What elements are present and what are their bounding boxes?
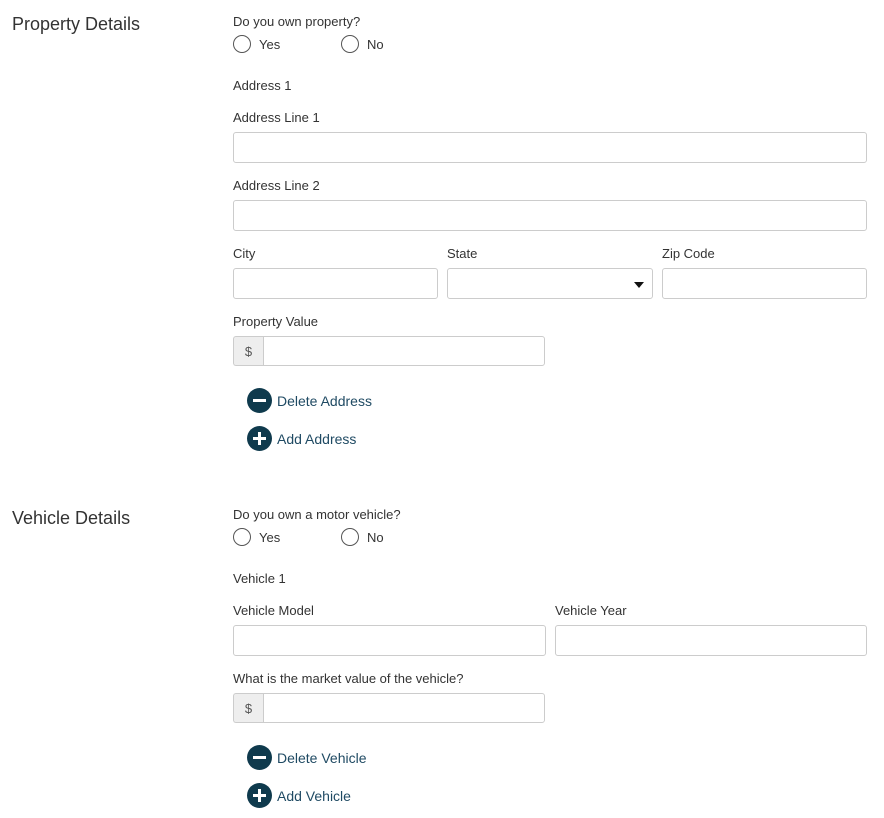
- address-line2-input[interactable]: [233, 200, 867, 231]
- delete-vehicle-label: Delete Vehicle: [277, 749, 367, 766]
- own-property-no-label: No: [367, 36, 384, 52]
- property-value-input[interactable]: [263, 336, 545, 366]
- currency-addon: $: [233, 336, 263, 366]
- property-value-group: $: [233, 336, 545, 366]
- vehicle-value-label: What is the market value of the vehicle?: [233, 671, 464, 686]
- city-label: City: [233, 246, 256, 261]
- property-section-title: Property Details: [12, 14, 141, 34]
- vehicle-heading: Vehicle 1: [233, 571, 286, 586]
- own-property-radio-group: Yes No: [233, 35, 533, 55]
- own-vehicle-yes-option[interactable]: Yes: [233, 528, 280, 546]
- own-property-no-radio[interactable]: [341, 35, 359, 53]
- zip-code-label: Zip Code: [662, 246, 715, 261]
- vehicle-value-group: $: [233, 693, 545, 723]
- minus-circle-icon: [247, 388, 272, 413]
- own-vehicle-yes-label: Yes: [259, 529, 281, 545]
- own-vehicle-radio-group: Yes No: [233, 528, 533, 548]
- vehicle-model-input[interactable]: [233, 625, 546, 656]
- add-vehicle-button[interactable]: Add Vehicle: [247, 783, 351, 808]
- currency-addon: $: [233, 693, 263, 723]
- delete-address-label: Delete Address: [277, 392, 372, 409]
- property-value-label: Property Value: [233, 314, 319, 329]
- vehicle-value-input[interactable]: [263, 693, 545, 723]
- add-address-label: Add Address: [277, 430, 357, 447]
- own-property-no-option[interactable]: No: [341, 35, 384, 53]
- own-property-question: Do you own property?: [233, 14, 361, 29]
- plus-circle-icon: [247, 783, 272, 808]
- vehicle-year-input[interactable]: [555, 625, 867, 656]
- vehicle-model-label: Vehicle Model: [233, 603, 314, 618]
- address-line1-label: Address Line 1: [233, 110, 320, 125]
- add-address-button[interactable]: Add Address: [247, 426, 356, 451]
- own-property-yes-radio[interactable]: [233, 35, 251, 53]
- own-vehicle-yes-radio[interactable]: [233, 528, 251, 546]
- plus-circle-icon: [247, 426, 272, 451]
- own-property-yes-label: Yes: [259, 36, 281, 52]
- vehicle-section-title: Vehicle Details: [12, 508, 131, 528]
- address-line1-input[interactable]: [233, 132, 867, 163]
- vehicle-year-label: Vehicle Year: [555, 603, 627, 618]
- state-select[interactable]: [447, 268, 653, 299]
- own-vehicle-question: Do you own a motor vehicle?: [233, 507, 401, 522]
- address-heading: Address 1: [233, 78, 292, 93]
- delete-address-button[interactable]: Delete Address: [247, 388, 372, 413]
- add-vehicle-label: Add Vehicle: [277, 787, 351, 804]
- zip-code-input[interactable]: [662, 268, 867, 299]
- city-input[interactable]: [233, 268, 438, 299]
- state-label: State: [447, 246, 478, 261]
- caret-down-icon: [634, 282, 644, 288]
- own-vehicle-no-label: No: [367, 529, 384, 545]
- address-line2-label: Address Line 2: [233, 178, 320, 193]
- minus-circle-icon: [247, 745, 272, 770]
- own-vehicle-no-radio[interactable]: [341, 528, 359, 546]
- own-property-yes-option[interactable]: Yes: [233, 35, 280, 53]
- delete-vehicle-button[interactable]: Delete Vehicle: [247, 745, 367, 770]
- own-vehicle-no-option[interactable]: No: [341, 528, 384, 546]
